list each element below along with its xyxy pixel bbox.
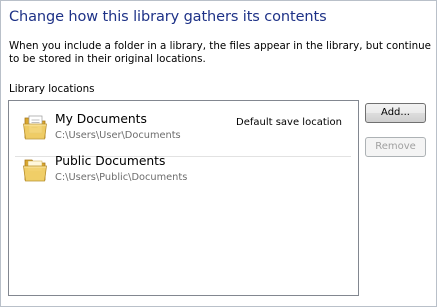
location-path: C:\Users\Public\Documents <box>55 172 188 183</box>
library-locations-list[interactable]: My Documents C:\Users\User\Documents Def… <box>8 100 359 296</box>
location-item-my-documents[interactable]: My Documents C:\Users\User\Documents Def… <box>9 109 358 157</box>
folder-icon <box>23 159 47 182</box>
location-name: Public Documents <box>55 154 166 168</box>
dialog-title: Change how this library gathers its cont… <box>9 9 327 25</box>
default-save-location-badge: Default save location <box>236 117 342 128</box>
location-path: C:\Users\User\Documents <box>55 130 181 141</box>
remove-button[interactable]: Remove <box>365 137 426 157</box>
folder-documents-icon <box>23 115 47 140</box>
library-locations-label: Library locations <box>9 83 95 95</box>
add-button[interactable]: Add... <box>365 103 426 123</box>
location-item-public-documents[interactable]: Public Documents C:\Users\Public\Documen… <box>9 151 358 191</box>
dialog-description: When you include a folder in a library, … <box>9 40 431 65</box>
library-locations-dialog: Change how this library gathers its cont… <box>0 0 437 307</box>
location-name: My Documents <box>55 112 147 126</box>
